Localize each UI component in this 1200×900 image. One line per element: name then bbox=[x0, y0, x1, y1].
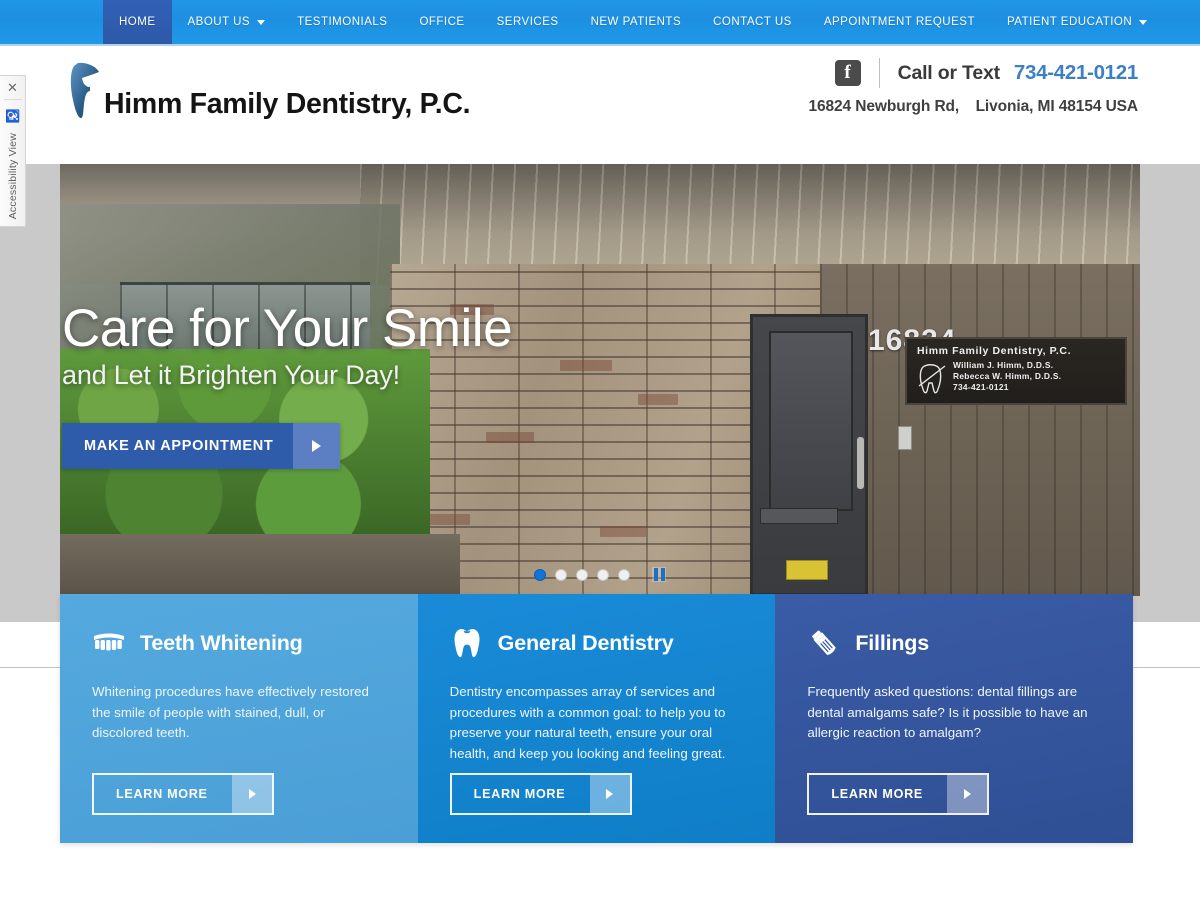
sign-doctor-2: Rebecca W. Himm, D.D.S. bbox=[953, 371, 1062, 381]
arrow-right-icon bbox=[293, 423, 341, 469]
site-header: Himm Family Dentistry, P.C. f Call or Te… bbox=[0, 46, 1200, 164]
arrow-right-icon bbox=[232, 775, 272, 813]
nav-item-label: ABOUT US bbox=[187, 16, 251, 28]
carousel-dot-5[interactable] bbox=[618, 568, 630, 581]
sign-practice-name: Himm Family Dentistry, P.C. bbox=[917, 345, 1072, 357]
nav-item-contact-us[interactable]: CONTACT US bbox=[697, 0, 808, 44]
address-city-state: Livonia, MI 48154 USA bbox=[975, 98, 1139, 115]
nav-item-about-us[interactable]: ABOUT US bbox=[172, 0, 282, 44]
nav-item-label: CONTACT US bbox=[713, 16, 792, 28]
card-title: General Dentistry bbox=[497, 630, 674, 655]
nav-item-label: APPOINTMENT REQUEST bbox=[823, 16, 975, 28]
learn-more-label: LEARN MORE bbox=[473, 787, 566, 801]
nav-item-label: SERVICES bbox=[496, 16, 559, 28]
denture-teeth-icon bbox=[92, 627, 126, 659]
hero-carousel[interactable]: 16824 Himm Family Dentistry, P.C. Willia… bbox=[60, 164, 1140, 596]
nav-item-new-patients[interactable]: NEW PATIENTS bbox=[575, 0, 698, 44]
service-card-general-dentistry[interactable]: General Dentistry Dentistry encompasses … bbox=[417, 594, 776, 843]
arrow-right-icon bbox=[589, 775, 630, 813]
service-cards: Teeth Whitening Whitening procedures hav… bbox=[60, 594, 1134, 843]
arrow-right-icon bbox=[947, 775, 988, 813]
hero-headline: Care for Your Smile bbox=[62, 299, 513, 358]
learn-more-button-teeth-whitening[interactable]: LEARN MORE bbox=[92, 773, 274, 815]
sign-phone: 734-421-0121 bbox=[953, 382, 1009, 392]
service-card-fillings[interactable]: Fillings Frequently asked questions: den… bbox=[775, 594, 1134, 843]
card-description: Frequently asked questions: dental filli… bbox=[807, 684, 1088, 740]
nav-item-appointment-request[interactable]: APPOINTMENT REQUEST bbox=[808, 0, 991, 44]
nav-item-patient-education[interactable]: PATIENT EDUCATION bbox=[991, 0, 1163, 44]
nav-left-spacer bbox=[0, 0, 103, 44]
call-or-text-label: Call or Text bbox=[897, 61, 1001, 84]
card-title: Teeth Whitening bbox=[140, 630, 303, 655]
hero-text-block: Care for Your Smile and Let it Brighten … bbox=[62, 299, 513, 469]
card-title: Fillings bbox=[855, 630, 929, 655]
tooth-logo-icon bbox=[70, 62, 99, 118]
chevron-down-icon bbox=[257, 19, 266, 25]
site-logo[interactable]: Himm Family Dentistry, P.C. bbox=[68, 60, 471, 124]
nav-item-label: OFFICE bbox=[419, 16, 465, 28]
accessibility-view-tab[interactable]: ✕ ♿ Accessibility View bbox=[0, 75, 26, 227]
contact-divider bbox=[878, 58, 880, 88]
chevron-down-icon bbox=[1139, 19, 1148, 25]
accessibility-view-label: Accessibility View bbox=[6, 133, 19, 220]
learn-more-label: LEARN MORE bbox=[831, 787, 924, 801]
carousel-controls bbox=[534, 567, 666, 582]
hero-subheadline: and Let it Brighten Your Day! bbox=[62, 360, 400, 390]
pause-icon[interactable] bbox=[652, 567, 666, 582]
divider bbox=[3, 99, 22, 100]
learn-more-button-fillings[interactable]: LEARN MORE bbox=[807, 773, 990, 815]
make-appointment-label: MAKE AN APPOINTMENT bbox=[62, 423, 294, 469]
nav-item-label: PATIENT EDUCATION bbox=[1006, 16, 1133, 28]
molar-tooth-icon bbox=[450, 627, 484, 659]
make-appointment-button[interactable]: MAKE AN APPOINTMENT bbox=[62, 423, 341, 469]
office-door bbox=[750, 314, 868, 596]
header-contact: f Call or Text 734-421-0121 bbox=[834, 58, 1138, 88]
carousel-dot-2[interactable] bbox=[555, 568, 567, 581]
learn-more-button-general-dentistry[interactable]: LEARN MORE bbox=[449, 773, 632, 815]
card-description: Whitening procedures have effectively re… bbox=[92, 684, 369, 740]
carousel-dot-3[interactable] bbox=[576, 568, 588, 581]
address-street: 16824 Newburgh Rd, bbox=[808, 98, 960, 115]
service-card-teeth-whitening[interactable]: Teeth Whitening Whitening procedures hav… bbox=[60, 594, 418, 843]
carousel-dot-4[interactable] bbox=[597, 568, 609, 581]
learn-more-label: LEARN MORE bbox=[116, 787, 208, 801]
nav-item-label: TESTIMONIALS bbox=[297, 16, 388, 28]
sign-tooth-icon bbox=[918, 364, 946, 394]
nav-item-office[interactable]: OFFICE bbox=[403, 0, 480, 44]
office-sign: Himm Family Dentistry, P.C. William J. H… bbox=[905, 337, 1127, 405]
nav-item-testimonials[interactable]: TESTIMONIALS bbox=[281, 0, 403, 44]
logo-text: Himm Family Dentistry, P.C. bbox=[104, 87, 471, 120]
header-address: 16824 Newburgh Rd, Livonia, MI 48154 USA bbox=[808, 98, 1138, 116]
nav-item-services[interactable]: SERVICES bbox=[481, 0, 575, 44]
toothpaste-tube-icon bbox=[807, 627, 841, 659]
carousel-dot-1[interactable] bbox=[534, 568, 546, 581]
wheelchair-icon: ♿ bbox=[5, 108, 20, 124]
main-navigation: HOME ABOUT US TESTIMONIALS OFFICE SERVIC… bbox=[0, 0, 1200, 44]
nav-item-label: NEW PATIENTS bbox=[590, 16, 682, 28]
sign-doctor-1: William J. Himm, D.D.S. bbox=[953, 360, 1054, 370]
phone-number-link[interactable]: 734-421-0121 bbox=[1014, 61, 1138, 85]
nav-item-label: HOME bbox=[119, 16, 156, 28]
facebook-icon[interactable]: f bbox=[834, 60, 861, 86]
close-icon[interactable]: ✕ bbox=[7, 81, 18, 95]
nav-item-home[interactable]: HOME bbox=[103, 0, 172, 44]
card-description: Dentistry encompasses array of services … bbox=[449, 684, 726, 761]
